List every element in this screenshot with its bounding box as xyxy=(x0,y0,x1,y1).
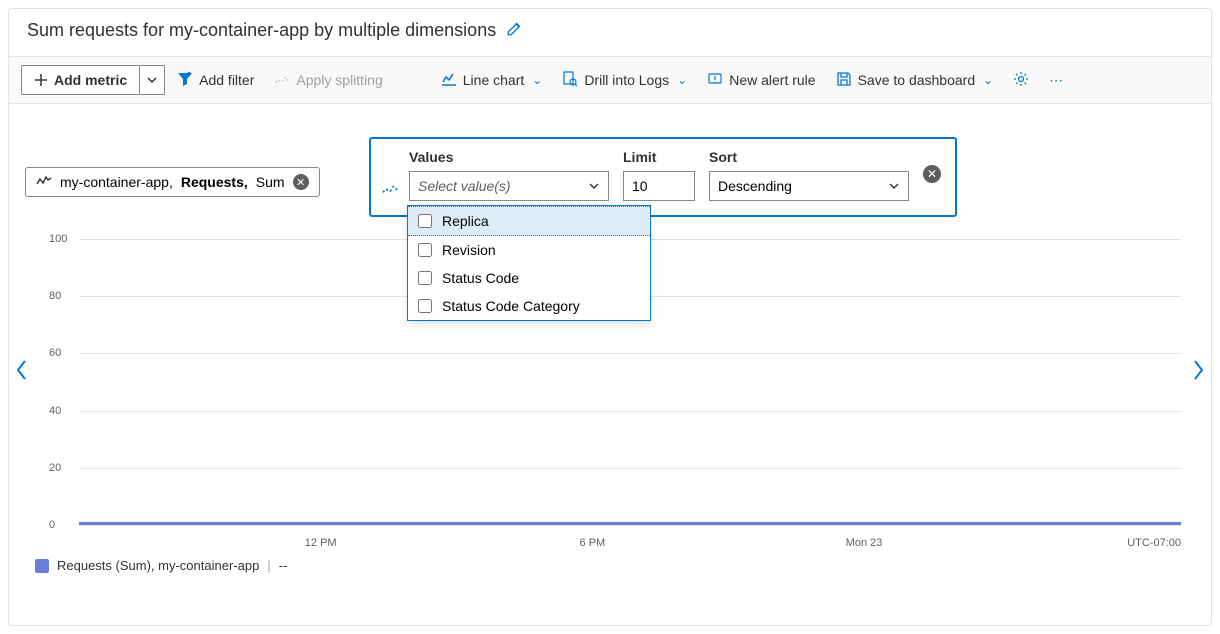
metric-chip[interactable]: my-container-app, Requests, Sum ✕ xyxy=(25,167,320,197)
sort-select[interactable]: Descending xyxy=(709,171,909,201)
y-tick: 100 xyxy=(49,233,67,245)
add-filter-button[interactable]: Add filter xyxy=(169,67,262,94)
y-tick: 80 xyxy=(49,290,61,302)
apply-splitting-button: Apply splitting xyxy=(266,67,390,94)
chevron-down-icon: ⌄ xyxy=(532,73,542,87)
metric-sparkline-icon xyxy=(36,174,52,190)
limit-label: Limit xyxy=(623,149,695,165)
page-title: Sum requests for my-container-app by mul… xyxy=(27,20,496,41)
values-dropdown: Replica Revision Status Code Status Code… xyxy=(407,205,651,321)
x-tick: 6 PM xyxy=(580,537,606,549)
save-icon xyxy=(836,71,852,90)
alert-icon xyxy=(707,71,723,90)
toolbar: Add metric Add filter Apply splitting Li… xyxy=(9,56,1211,104)
gear-icon xyxy=(1013,71,1029,90)
checkbox[interactable] xyxy=(418,271,432,285)
legend-value: -- xyxy=(279,558,288,573)
x-tick: Mon 23 xyxy=(846,537,883,549)
legend: Requests (Sum), my-container-app | -- xyxy=(35,558,287,573)
metric-resource: my-container-app, xyxy=(60,174,173,190)
logs-icon xyxy=(562,71,578,90)
dropdown-option[interactable]: Revision xyxy=(408,236,650,264)
x-tick: 12 PM xyxy=(305,537,337,549)
values-select[interactable]: Select value(s) xyxy=(409,171,609,201)
chevron-down-icon: ⌄ xyxy=(983,73,993,87)
more-button[interactable]: ⋯ xyxy=(1041,68,1071,93)
close-splitting-button[interactable]: ✕ xyxy=(923,165,941,183)
ellipsis-icon: ⋯ xyxy=(1049,72,1063,89)
sort-label: Sort xyxy=(709,149,909,165)
data-series-line xyxy=(79,522,1181,525)
dropdown-option[interactable]: Status Code Category xyxy=(408,292,650,320)
y-tick: 40 xyxy=(49,405,61,417)
save-to-dashboard-button[interactable]: Save to dashboard ⌄ xyxy=(828,67,1002,94)
checkbox[interactable] xyxy=(418,299,432,313)
settings-button[interactable] xyxy=(1005,67,1037,94)
chevron-down-icon: ⌄ xyxy=(677,73,687,87)
chevron-down-icon xyxy=(888,180,900,192)
prev-arrow[interactable] xyxy=(15,359,29,387)
y-tick: 60 xyxy=(49,347,61,359)
add-metric-button[interactable]: Add metric xyxy=(21,65,140,95)
line-chart-button[interactable]: Line chart ⌄ xyxy=(433,67,551,94)
remove-metric-button[interactable]: ✕ xyxy=(293,174,309,190)
checkbox[interactable] xyxy=(418,214,432,228)
splitting-panel-icon xyxy=(381,179,399,202)
chevron-down-icon xyxy=(146,74,158,86)
plus-icon xyxy=(34,73,48,87)
metric-aggregation: Sum xyxy=(256,174,285,190)
y-tick: 20 xyxy=(49,462,61,474)
splitting-icon xyxy=(274,71,290,90)
line-chart-icon xyxy=(441,71,457,90)
new-alert-rule-button[interactable]: New alert rule xyxy=(699,67,823,94)
y-tick: 0 xyxy=(49,519,55,531)
legend-swatch xyxy=(35,559,49,573)
limit-input[interactable] xyxy=(623,171,695,201)
edit-title-icon[interactable] xyxy=(506,19,524,42)
values-label: Values xyxy=(409,149,609,165)
checkbox[interactable] xyxy=(418,243,432,257)
drill-into-logs-button[interactable]: Drill into Logs ⌄ xyxy=(554,67,695,94)
chevron-down-icon xyxy=(588,180,600,192)
legend-label: Requests (Sum), my-container-app xyxy=(57,558,259,573)
timezone-label: UTC-07:00 xyxy=(1127,537,1181,549)
metric-name: Requests, xyxy=(181,174,248,190)
dropdown-option[interactable]: Status Code xyxy=(408,264,650,292)
add-metric-chevron[interactable] xyxy=(140,65,165,95)
next-arrow[interactable] xyxy=(1191,359,1205,387)
filter-icon xyxy=(177,71,193,90)
dropdown-option[interactable]: Replica xyxy=(408,206,650,236)
